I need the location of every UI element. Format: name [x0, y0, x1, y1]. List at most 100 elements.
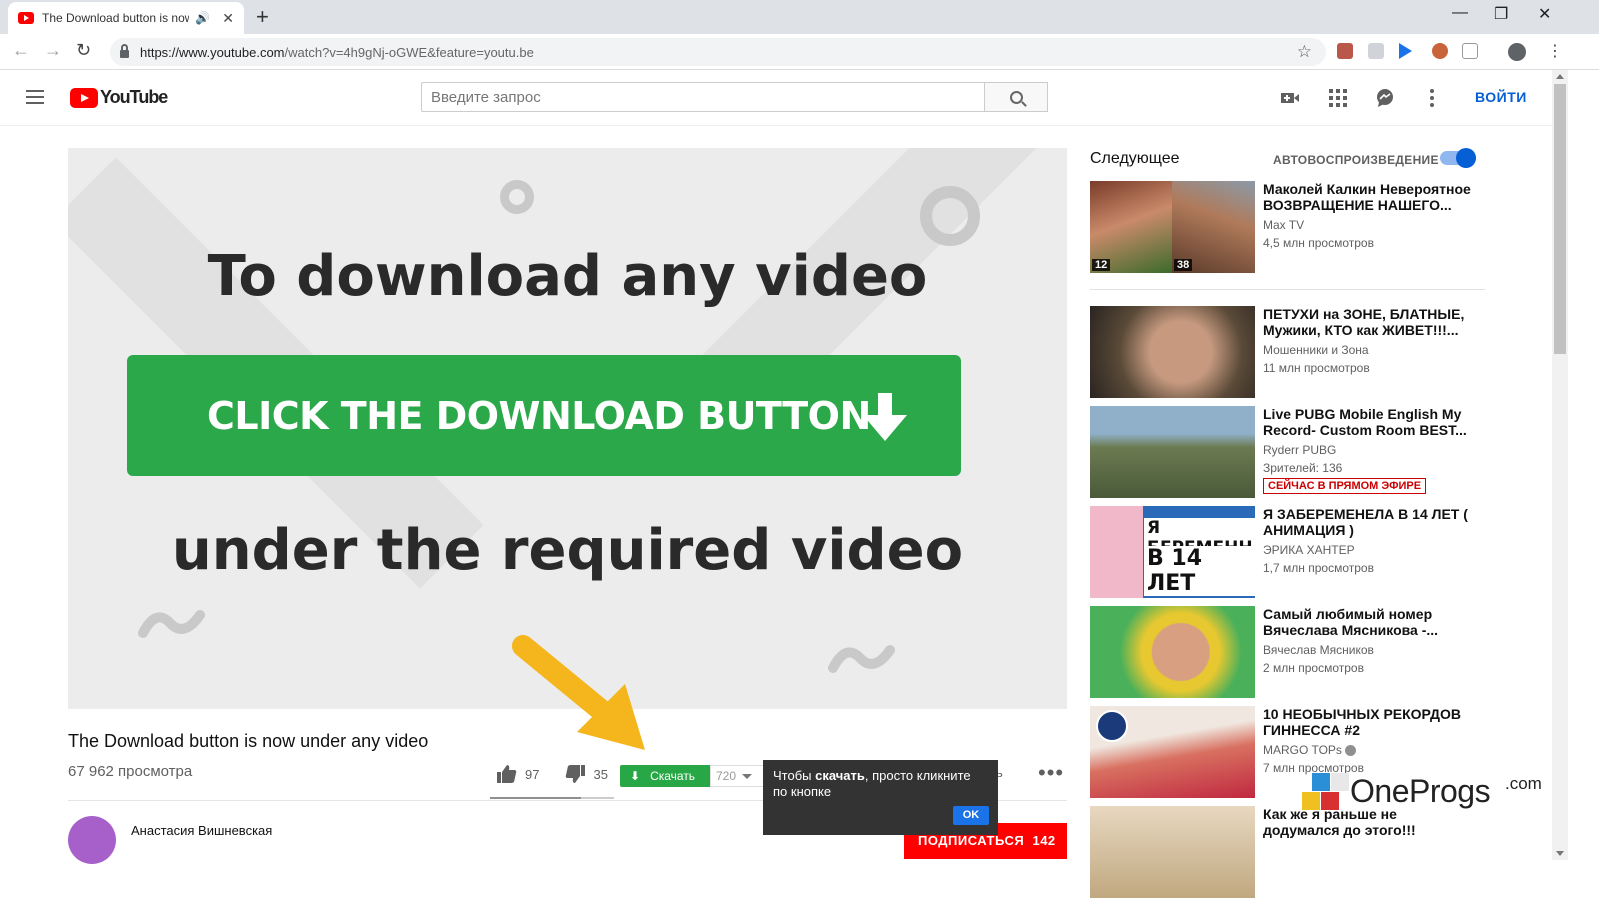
- tab-close-icon[interactable]: ✕: [222, 10, 234, 27]
- search-icon: [1009, 90, 1023, 104]
- chevron-down-icon: [742, 773, 753, 779]
- subscriber-count: 142: [1032, 833, 1056, 848]
- back-button[interactable]: ←: [12, 40, 30, 61]
- list-item[interactable]: 12 38 Маколей Калкин Невероятное ВОЗВРАЩ…: [1090, 181, 1490, 273]
- logo-wordmark: YouTube: [100, 87, 168, 107]
- view-count: 4,5 млн просмотров: [1263, 236, 1374, 250]
- video-title[interactable]: Я ЗАБЕРЕМЕНЕЛА В 14 ЛЕТ ( АНИМАЦИЯ ): [1263, 506, 1473, 538]
- search-input[interactable]: Введите запрос: [421, 82, 985, 112]
- messages-icon[interactable]: [1375, 88, 1395, 108]
- youtube-logo[interactable]: YouTube: [70, 87, 168, 108]
- age-badge: 38: [1174, 259, 1193, 271]
- video-title[interactable]: Самый любимый номер Вячеслава Мясникова …: [1263, 606, 1473, 638]
- search-button[interactable]: [985, 82, 1048, 112]
- url-text: https://www.youtube.com/watch?v=4h9gNj-o…: [140, 45, 534, 60]
- background-squiggle: [138, 610, 205, 638]
- address-bar[interactable]: https://www.youtube.com/watch?v=4h9gNj-o…: [110, 38, 1326, 66]
- like-ratio-fill: [490, 797, 581, 799]
- video-title[interactable]: Маколей Калкин Невероятное ВОЗВРАЩЕНИЕ Н…: [1263, 181, 1473, 213]
- list-item[interactable]: ПЕТУХИ на ЗОНЕ, БЛАТНЫЕ, Мужики, КТО как…: [1090, 306, 1490, 398]
- sign-in-button[interactable]: ВОЙТИ: [1475, 89, 1527, 105]
- watermark-brand: OneProgs: [1350, 773, 1491, 809]
- download-arrow-icon: [863, 393, 907, 441]
- hamburger-menu-icon[interactable]: [26, 90, 44, 104]
- toggle-knob: [1456, 148, 1476, 168]
- lock-icon: [120, 44, 129, 58]
- search-extension-icon[interactable]: [1462, 43, 1478, 59]
- up-next-heading: Следующее: [1090, 150, 1180, 167]
- thumbs-up-icon[interactable]: [497, 765, 517, 783]
- tooltip-text-before: Чтобы: [773, 768, 816, 783]
- new-tab-button[interactable]: +: [256, 4, 269, 30]
- download-tooltip: Чтобы скачать, просто кликните по кнопке…: [763, 760, 998, 835]
- like-count: 97: [525, 766, 540, 782]
- forward-button[interactable]: →: [44, 40, 62, 61]
- video-thumbnail[interactable]: [1090, 406, 1255, 498]
- list-item[interactable]: Самый любимый номер Вячеслава Мясникова …: [1090, 606, 1490, 698]
- frame-banner-text: CLICK THE DOWNLOAD BUTTON: [207, 393, 871, 438]
- audio-playing-icon[interactable]: 🔊: [195, 11, 210, 25]
- viewer-count: Зрителей: 136: [1263, 461, 1343, 475]
- youtube-play-logo-icon: [70, 87, 98, 108]
- list-item[interactable]: Live PUBG Mobile English My Record- Cust…: [1090, 406, 1490, 498]
- minimize-button[interactable]: —: [1452, 4, 1468, 22]
- video-thumbnail[interactable]: 12 38: [1090, 181, 1255, 273]
- scroll-down-arrow-icon[interactable]: [1556, 851, 1564, 856]
- thumbnail-image: [1090, 806, 1255, 898]
- video-player[interactable]: To download any video CLICK THE DOWNLOAD…: [68, 148, 1067, 709]
- autoplay-label: АВТОВОСПРОИЗВЕДЕНИЕ: [1273, 153, 1439, 167]
- chat-extension-icon[interactable]: [1368, 43, 1384, 59]
- video-thumbnail[interactable]: [1090, 706, 1255, 798]
- channel-name[interactable]: Анастасия Вишневская: [131, 823, 272, 838]
- thumbnail-image: [1090, 406, 1255, 498]
- download-button[interactable]: ⬇ Скачать: [620, 765, 710, 787]
- bookmark-star-icon[interactable]: ☆: [1297, 42, 1312, 62]
- up-next-divider: [1090, 289, 1485, 290]
- pdf-extension-icon[interactable]: [1337, 43, 1353, 59]
- scrollbar-thumb[interactable]: [1554, 84, 1566, 354]
- browser-tab[interactable]: The Download button is now under any vid…: [8, 2, 244, 34]
- autoplay-toggle[interactable]: [1440, 148, 1476, 168]
- tooltip-ok-button[interactable]: OK: [953, 806, 989, 825]
- video-thumbnail[interactable]: Я БЕРЕМЕННА В 14 ЛЕТ: [1090, 506, 1255, 598]
- tooltip-text-bold: скачать: [815, 768, 865, 783]
- list-item[interactable]: Я БЕРЕМЕННА В 14 ЛЕТ Я ЗАБЕРЕМЕНЕЛА В 14…: [1090, 506, 1490, 598]
- window-close-button[interactable]: ✕: [1538, 4, 1551, 24]
- cookie-extension-icon[interactable]: [1432, 43, 1448, 59]
- list-item[interactable]: Как же я раньше не додумался до этого!!!: [1090, 806, 1490, 898]
- create-video-icon[interactable]: [1280, 88, 1300, 108]
- video-title[interactable]: 10 НЕОБЫЧНЫХ РЕКОРДОВ ГИННЕССА #2: [1263, 706, 1473, 738]
- thumbs-down-icon[interactable]: [565, 765, 586, 783]
- download-label: Скачать: [650, 769, 696, 783]
- url-path: /watch?v=4h9gNj-oGWE&feature=youtu.be: [284, 44, 534, 60]
- channel-name-text: MARGO TOPs: [1263, 743, 1342, 757]
- thumbnail-image: [1090, 606, 1255, 698]
- browser-tab-strip: The Download button is now under any vid…: [0, 0, 1599, 34]
- reload-button[interactable]: ↻: [76, 40, 91, 61]
- page-scrollbar[interactable]: [1552, 70, 1568, 860]
- video-thumbnail[interactable]: [1090, 606, 1255, 698]
- apps-grid-icon[interactable]: [1328, 88, 1348, 108]
- play-extension-icon[interactable]: [1399, 43, 1412, 59]
- more-options-icon[interactable]: [1422, 88, 1442, 108]
- quality-select[interactable]: 720: [710, 765, 764, 787]
- profile-avatar-icon[interactable]: [1508, 43, 1526, 61]
- channel-avatar[interactable]: [68, 816, 116, 864]
- video-title[interactable]: ПЕТУХИ на ЗОНЕ, БЛАТНЫЕ, Мужики, КТО как…: [1263, 306, 1473, 338]
- background-circle: [500, 180, 534, 214]
- logo-square: [1302, 792, 1320, 810]
- restore-button[interactable]: ❐: [1494, 4, 1508, 24]
- quality-value: 720: [716, 769, 737, 783]
- subscribe-label: ПОДПИСАТЬСЯ: [918, 833, 1025, 848]
- like-ratio-bar: [490, 797, 614, 799]
- youtube-favicon-icon: [18, 12, 34, 24]
- video-thumbnail[interactable]: [1090, 306, 1255, 398]
- browser-menu-icon[interactable]: ⋮: [1547, 41, 1563, 61]
- tab-title: The Download button is now under any vid…: [42, 11, 190, 25]
- scroll-up-arrow-icon[interactable]: [1556, 74, 1564, 79]
- more-actions-icon[interactable]: •••: [1038, 760, 1064, 786]
- video-title[interactable]: Live PUBG Mobile English My Record- Cust…: [1263, 406, 1473, 438]
- verified-icon: [1344, 745, 1356, 757]
- dislike-count: 35: [593, 766, 608, 782]
- video-thumbnail[interactable]: [1090, 806, 1255, 898]
